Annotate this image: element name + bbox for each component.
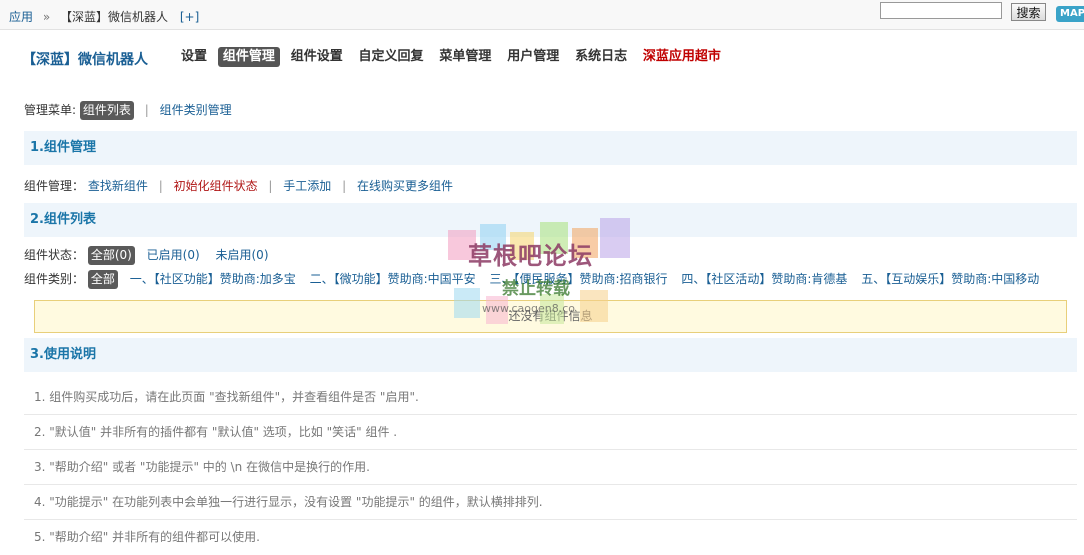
- list-item: 3. "帮助介绍" 或者 "功能提示" 中的 \n 在微信中是换行的作用.: [24, 450, 1077, 485]
- component-manage-label: 组件管理：: [24, 179, 85, 193]
- status-label: 组件状态：: [24, 248, 85, 262]
- component-manage-links: 组件管理： 查找新组件 | 初始化组件状态 | 手工添加 | 在线购买更多组件: [24, 177, 453, 194]
- category-all[interactable]: 全部: [87, 270, 118, 289]
- category-item[interactable]: 一、【社区功能】赞助商:加多宝: [130, 272, 296, 286]
- nav-user-manage[interactable]: 用户管理: [502, 47, 564, 67]
- add-shortcut-link[interactable]: [+]: [180, 10, 199, 24]
- section-title-usage: 3.使用说明: [24, 338, 1077, 372]
- breadcrumb: 应用 » 【深蓝】微信机器人 [+]: [9, 8, 199, 25]
- nav-system-log[interactable]: 系统日志: [570, 47, 632, 67]
- divider: |: [144, 103, 149, 117]
- main-nav: 设置 组件管理 组件设置 自定义回复 菜单管理 用户管理 系统日志 深蓝应用超市: [176, 47, 728, 69]
- map-button[interactable]: MAP: [1056, 6, 1084, 22]
- category-label: 组件类别：: [24, 272, 85, 286]
- breadcrumb-robot[interactable]: 【深蓝】微信机器人: [60, 10, 168, 24]
- status-filter: 组件状态： 全部(0) 已启用(0) 未启用(0): [24, 246, 269, 265]
- buy-more-link[interactable]: 在线购买更多组件: [357, 179, 453, 193]
- search-button[interactable]: 搜索: [1011, 3, 1046, 21]
- category-item[interactable]: 四、【社区活动】赞助商:肯德基: [681, 272, 847, 286]
- app-title: 【深蓝】微信机器人: [22, 52, 148, 68]
- list-item: 4. "功能提示" 在功能列表中会单独一行进行显示，没有设置 "功能提示" 的组…: [24, 485, 1077, 520]
- watermark-url: www.caogen8.co: [482, 302, 575, 315]
- category-item[interactable]: 五、【互动娱乐】赞助商:中国移动: [861, 272, 1039, 286]
- list-item: 5. "帮助介绍" 并非所有的组件都可以使用.: [34, 530, 260, 544]
- breadcrumb-apps[interactable]: 应用: [9, 10, 33, 24]
- status-enabled[interactable]: 已启用(0): [147, 248, 200, 262]
- tab-category-manage[interactable]: 组件类别管理: [160, 103, 232, 117]
- watermark-subtitle: 禁止转载: [502, 279, 570, 299]
- section-title-manage: 1.组件管理: [24, 131, 1077, 165]
- search-input[interactable]: [880, 2, 1002, 19]
- top-bar: 应用 » 【深蓝】微信机器人 [+] 搜索 MAP: [0, 0, 1084, 30]
- nav-menu-manage[interactable]: 菜单管理: [434, 47, 496, 67]
- init-component-state-link[interactable]: 初始化组件状态: [174, 179, 258, 193]
- nav-component-settings[interactable]: 组件设置: [286, 47, 348, 67]
- nav-app-market[interactable]: 深蓝应用超市: [638, 47, 726, 67]
- find-new-component-link[interactable]: 查找新组件: [88, 179, 148, 193]
- usage-list: 1. 组件购买成功后，请在此页面 "查找新组件"，并查看组件是否 "启用". 2…: [24, 380, 1077, 555]
- tab-component-list[interactable]: 组件列表: [79, 101, 134, 120]
- status-disabled[interactable]: 未启用(0): [216, 248, 269, 262]
- nav-custom-reply[interactable]: 自定义回复: [354, 47, 429, 67]
- list-item: 1. 组件购买成功后，请在此页面 "查找新组件"，并查看组件是否 "启用".: [24, 380, 1077, 415]
- watermark-title: 草根吧论坛: [468, 242, 593, 270]
- divider: |: [158, 179, 163, 193]
- divider: |: [268, 179, 273, 193]
- manage-menu: 管理菜单: 组件列表 | 组件类别管理: [24, 101, 232, 120]
- manual-add-link[interactable]: 手工添加: [283, 179, 331, 193]
- watermark: 草根吧论坛 禁止转载 www.caogen8.co: [440, 218, 640, 336]
- divider: |: [342, 179, 347, 193]
- nav-component-manage[interactable]: 组件管理: [217, 47, 280, 67]
- manage-menu-label: 管理菜单:: [24, 103, 77, 117]
- list-item: 2. "默认值" 并非所有的插件都有 "默认值" 选项，比如 "笑话" 组件 .: [24, 415, 1077, 450]
- breadcrumb-separator: »: [42, 10, 51, 24]
- status-all[interactable]: 全部(0): [87, 246, 135, 265]
- nav-settings[interactable]: 设置: [176, 47, 212, 67]
